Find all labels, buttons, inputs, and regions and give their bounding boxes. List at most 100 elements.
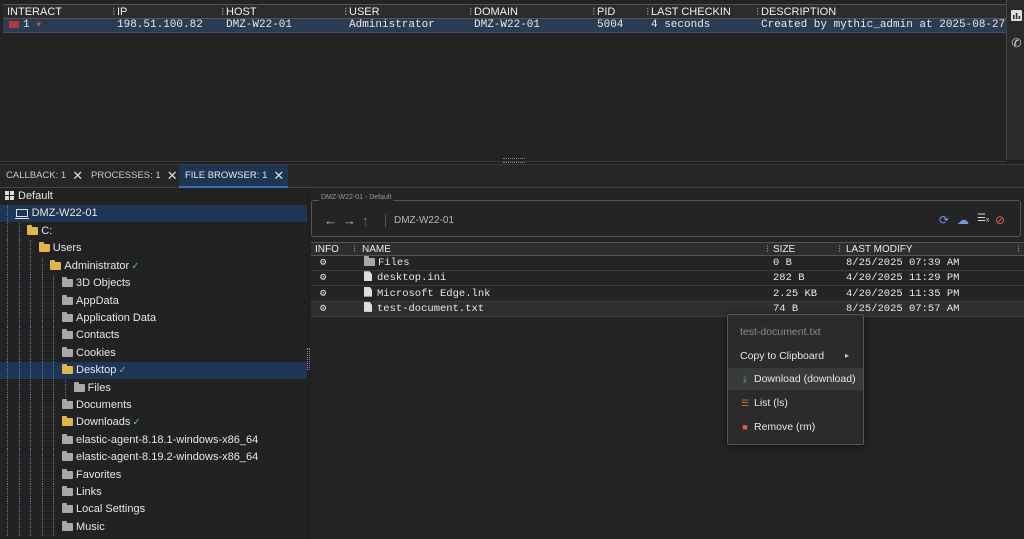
tree-node[interactable]: Local Settings xyxy=(62,501,145,518)
tree-node[interactable]: 3D Objects xyxy=(62,275,130,292)
gear-icon[interactable]: ⚙ xyxy=(320,302,326,317)
tree-item[interactable]: Local Settings xyxy=(0,501,307,519)
col-last-modify[interactable]: LAST MODIFY xyxy=(846,243,913,256)
col-separator[interactable]: ⁝ xyxy=(353,243,356,256)
tree-guide-line xyxy=(30,362,32,380)
tree-node[interactable]: Cookies xyxy=(62,345,116,362)
tree-item[interactable]: Contacts xyxy=(0,327,307,345)
tree-node[interactable]: Contacts xyxy=(62,327,119,344)
refresh-icon[interactable]: ⟳ xyxy=(939,213,949,227)
col-separator[interactable]: ⁝ xyxy=(592,5,596,19)
tree-node[interactable]: Desktop ✓ xyxy=(62,362,127,379)
tree-node[interactable]: Administrator ✓ xyxy=(50,258,140,275)
col-user[interactable]: USER xyxy=(349,5,380,19)
tree-node[interactable]: Favorites xyxy=(62,467,121,484)
current-path[interactable]: DMZ-W22-01 xyxy=(385,215,454,227)
tree-item[interactable]: 3D Objects xyxy=(0,275,307,293)
tree-item[interactable]: AppData xyxy=(0,292,307,310)
caret-down-icon[interactable]: ▼ xyxy=(36,21,41,30)
tree-item[interactable]: Cookies xyxy=(0,344,307,362)
tree-node[interactable]: Downloads ✓ xyxy=(62,414,141,431)
tree-item[interactable]: Users xyxy=(0,240,307,258)
col-separator[interactable]: ⁝ xyxy=(344,5,348,19)
col-last-checkin[interactable]: LAST CHECKIN xyxy=(651,5,731,19)
tree-item[interactable]: Music xyxy=(0,518,307,536)
up-arrow-icon[interactable]: ↑ xyxy=(362,213,369,228)
tree-item[interactable]: Administrator ✓ xyxy=(0,257,307,275)
col-separator[interactable]: ⁝ xyxy=(646,5,650,19)
horizontal-splitter-handle[interactable] xyxy=(503,158,525,163)
tree-node[interactable]: C: xyxy=(27,223,52,240)
interact-cell[interactable]: 1 ▼ xyxy=(9,19,41,32)
close-icon[interactable]: ✕ xyxy=(167,165,178,187)
tree-node[interactable]: Users xyxy=(38,240,82,257)
col-description[interactable]: DESCRIPTION xyxy=(761,5,836,19)
close-icon[interactable]: ✕ xyxy=(273,165,284,187)
tree-item[interactable]: Application Data xyxy=(0,310,307,327)
menu-item-download[interactable]: ⤓ Download (download) xyxy=(728,368,863,390)
clear-list-icon[interactable]: ☰ₓ xyxy=(977,213,989,224)
tab-processes[interactable]: PROCESSES: 1 ✕ xyxy=(85,165,182,188)
tree-node[interactable]: elastic-agent-8.18.1-windows-x86_64 xyxy=(62,432,258,449)
col-name[interactable]: NAME xyxy=(362,243,391,256)
tree-item[interactable]: elastic-agent-8.18.1-windows-x86_64 xyxy=(0,431,307,449)
col-separator[interactable]: ⁝ xyxy=(766,243,769,256)
col-separator[interactable]: ⁝ xyxy=(1017,243,1020,256)
col-interact[interactable]: INTERACT xyxy=(7,5,62,19)
tree-node[interactable]: elastic-agent-8.19.2-windows-x86_64 xyxy=(62,449,258,466)
col-size[interactable]: SIZE xyxy=(773,243,795,256)
tree-node[interactable]: Application Data xyxy=(62,310,156,327)
tab-callback[interactable]: CALLBACK: 1 ✕ xyxy=(0,165,87,188)
file-row[interactable]: ⚙ desktop.ini 282 B 4/20/2025 11:29 PM xyxy=(311,271,1024,287)
menu-item-list[interactable]: ☰ List (ls) xyxy=(728,392,863,414)
tree-item[interactable]: C: xyxy=(0,223,307,240)
tree-node[interactable]: Links xyxy=(62,484,102,501)
vertical-splitter-handle[interactable] xyxy=(307,348,310,370)
tree-node[interactable]: Files xyxy=(73,380,111,397)
tree-node[interactable]: Music xyxy=(62,519,105,536)
tab-file-browser[interactable]: FILE BROWSER: 1 ✕ xyxy=(179,165,289,188)
close-icon[interactable]: ✕ xyxy=(72,165,83,187)
tree-item[interactable]: Favorites xyxy=(0,466,307,484)
tree-node[interactable]: AppData xyxy=(62,293,119,310)
forward-arrow-icon[interactable]: → xyxy=(343,213,356,228)
menu-item-copy-to-clipboard[interactable]: Copy to Clipboard ▸ xyxy=(728,345,863,367)
file-row[interactable]: ⚙ Files 0 B 8/25/2025 07:39 AM xyxy=(311,256,1024,271)
tree-root[interactable]: Default xyxy=(0,188,307,205)
phone-forward-icon[interactable]: ✆ xyxy=(1010,37,1023,50)
col-separator[interactable]: ⁝ xyxy=(221,5,225,19)
gear-icon[interactable]: ⚙ xyxy=(320,287,326,302)
tree-item[interactable]: Documents xyxy=(0,397,307,414)
tree-host[interactable]: DMZ-W22-01 xyxy=(0,205,307,222)
gear-icon[interactable]: ⚙ xyxy=(320,271,326,286)
tree-item[interactable]: Desktop ✓ xyxy=(0,362,307,380)
col-domain[interactable]: DOMAIN xyxy=(474,5,518,19)
upload-cloud-icon[interactable]: ☁ xyxy=(957,213,969,227)
menu-item-remove[interactable]: ■ Remove (rm) xyxy=(728,416,863,438)
tree-guide-line xyxy=(41,484,43,501)
col-separator[interactable]: ⁝ xyxy=(756,5,760,19)
col-pid[interactable]: PID xyxy=(597,5,615,19)
back-arrow-icon[interactable]: ← xyxy=(324,213,337,228)
tree-node[interactable]: Default xyxy=(5,188,53,205)
col-info[interactable]: INFO xyxy=(315,243,339,256)
tree-node[interactable]: DMZ-W22-01 xyxy=(14,205,98,222)
tree-guide-line xyxy=(30,310,32,327)
col-ip[interactable]: IP xyxy=(117,5,127,19)
tree-item[interactable]: Files xyxy=(0,379,307,397)
tree-item[interactable]: Downloads ✓ xyxy=(0,414,307,432)
tree-item[interactable]: elastic-agent-8.19.2-windows-x86_64 xyxy=(0,449,307,467)
chart-icon[interactable] xyxy=(1010,10,1023,23)
col-host[interactable]: HOST xyxy=(226,5,257,19)
file-row[interactable]: ⚙ test-document.txt 74 B 8/25/2025 07:57 AM xyxy=(311,301,1024,317)
callback-row[interactable]: 1 ▼ 198.51.100.82 DMZ-W22-01 Administrat… xyxy=(3,19,1006,33)
tree-item[interactable]: Links xyxy=(0,484,307,501)
col-separator[interactable]: ⁝ xyxy=(838,243,841,256)
file-row[interactable]: ⚙ Microsoft Edge.lnk 2.25 KB 4/20/2025 11:3… xyxy=(311,286,1024,302)
col-separator[interactable]: ⁝ xyxy=(469,5,473,19)
tree-guide-line xyxy=(18,275,20,293)
gear-icon[interactable]: ⚙ xyxy=(320,256,326,271)
tree-node[interactable]: Documents xyxy=(62,397,132,414)
eye-off-icon[interactable]: ⊘ xyxy=(995,213,1005,227)
col-separator[interactable]: ⁝ xyxy=(112,5,116,19)
